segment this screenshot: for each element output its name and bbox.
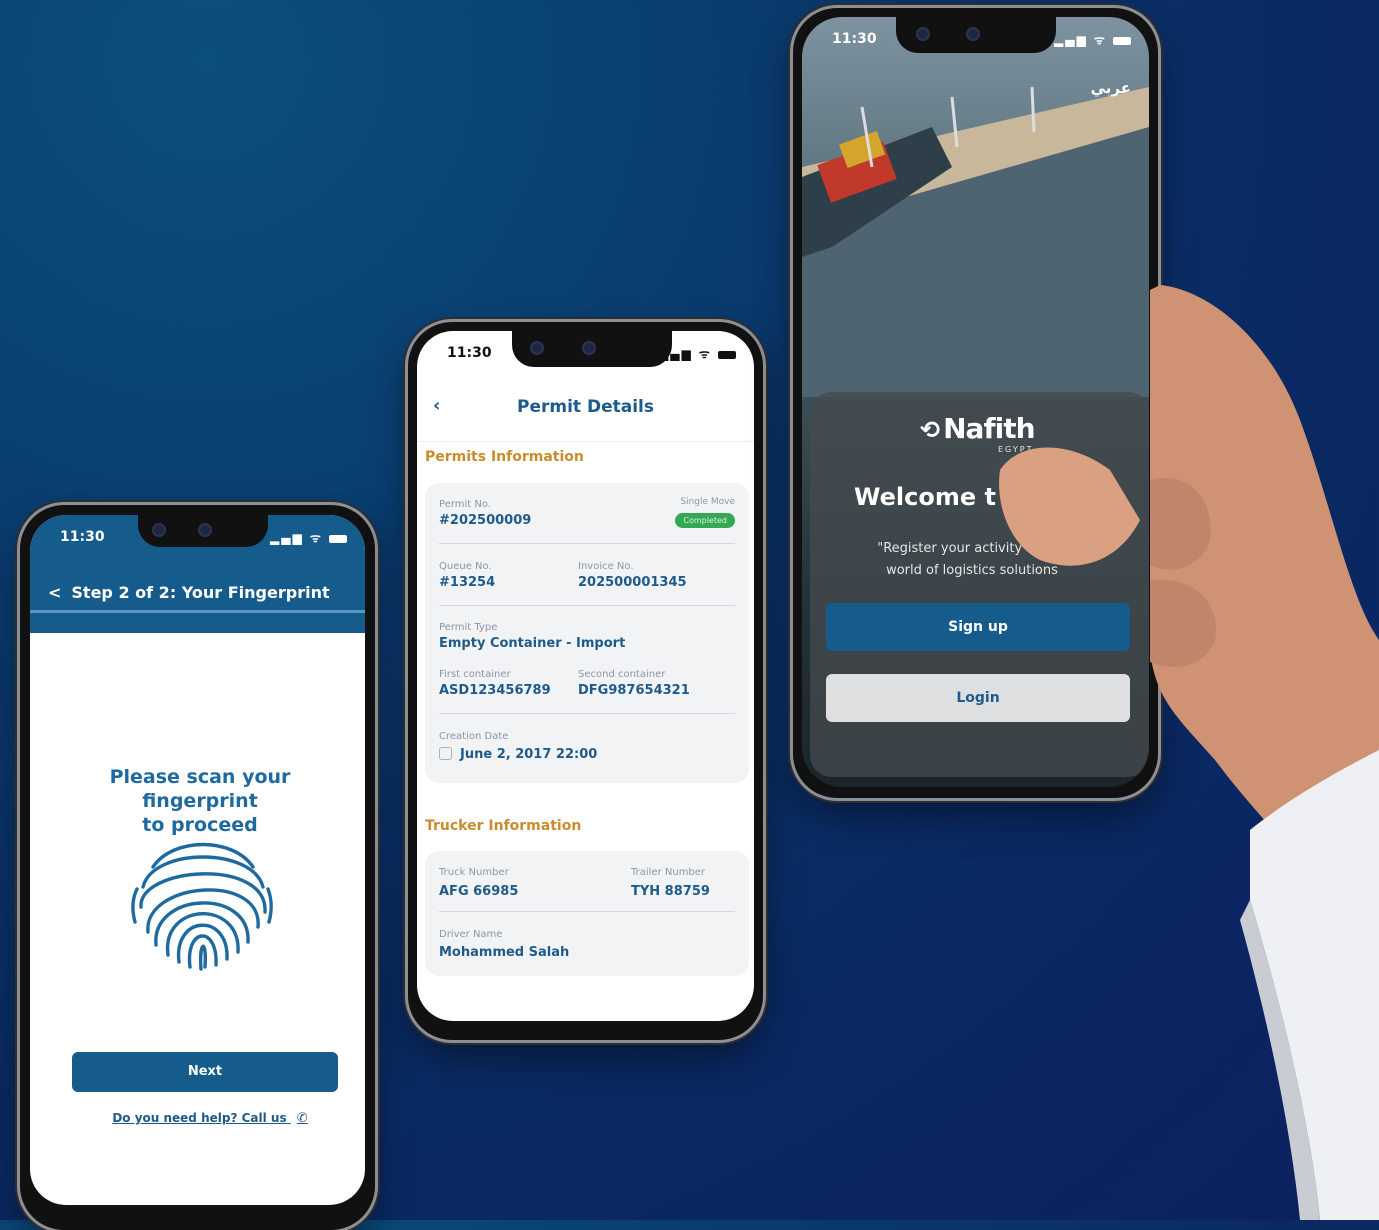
permit-no-label: Permit No. (439, 499, 491, 510)
divider (439, 911, 735, 912)
login-button[interactable]: Login (826, 674, 1130, 722)
back-chevron-icon[interactable]: < (48, 583, 61, 602)
first-container-label: First container (439, 669, 511, 680)
permit-phone: 11:30 ▂▄▆ ᯤ ‹ Permit Details Permits Inf… (408, 322, 763, 1040)
creation-date-label: Creation Date (439, 731, 509, 742)
status-time: 11:30 (832, 31, 877, 47)
trucker-info-card: Truck Number AFG 66985 Trailer Number TY… (425, 851, 749, 976)
welcome-phone: 11:30 ▂▄▆ ᯤ عربي ⟲ Nafith EGYPT Welcome t… (793, 8, 1158, 798)
trailer-number-value: TYH 88759 (631, 884, 710, 899)
invoice-no-value: 202500001345 (578, 575, 687, 590)
trucker-info-heading: Trucker Information (425, 818, 582, 834)
first-container-value: ASD123456789 (439, 683, 551, 698)
permit-info-card: Permit No. #202500009 Single Move Comple… (425, 483, 749, 783)
header-divider (30, 610, 365, 613)
invoice-no-label: Invoice No. (578, 561, 634, 572)
signal-wifi-battery-icon: ▂▄▆ ᯤ (1054, 31, 1131, 48)
calendar-icon (439, 747, 452, 760)
divider (439, 605, 735, 606)
nafith-logo-icon: ⟲ (920, 416, 940, 444)
queue-no-value: #13254 (439, 575, 496, 590)
phone-notch (512, 331, 672, 367)
tagline: "Register your activity and di world of … (827, 538, 1117, 582)
permit-screen: 11:30 ▂▄▆ ᯤ ‹ Permit Details Permits Inf… (417, 331, 754, 1021)
status-time: 11:30 (60, 529, 105, 545)
tagline-line1: "Register your activity and di (877, 541, 1067, 556)
help-link-text[interactable]: Do you need help? Call us (112, 1111, 286, 1125)
help-link[interactable]: Do you need help? Call us ✆ (100, 1111, 320, 1126)
signup-button[interactable]: Sign up (826, 603, 1130, 651)
truck-number-label: Truck Number (439, 867, 509, 878)
phone-notch (896, 17, 1056, 53)
second-container-value: DFG987654321 (578, 683, 690, 698)
permit-type-label: Permit Type (439, 622, 498, 633)
port-background-image (802, 86, 1149, 397)
fingerprint-screen: 11:30 ▂▄▆ ᯤ < Step 2 of 2: Your Fingerpri… (30, 515, 365, 1205)
queue-no-label: Queue No. (439, 561, 492, 572)
divider (439, 713, 735, 714)
move-type: Single Move (680, 497, 735, 507)
permit-no-value: #202500009 (439, 513, 532, 528)
next-button[interactable]: Next (72, 1052, 338, 1092)
tagline-line2: world of logistics solutions (886, 563, 1058, 578)
welcome-screen: 11:30 ▂▄▆ ᯤ عربي ⟲ Nafith EGYPT Welcome t… (802, 17, 1149, 787)
status-time: 11:30 (447, 345, 492, 361)
logo-subtitle: EGYPT (998, 445, 1034, 454)
language-toggle[interactable]: عربي (1091, 79, 1131, 97)
scan-prompt-line1: Please scan your fingerprint (109, 766, 291, 812)
trailer-number-label: Trailer Number (631, 867, 706, 878)
permit-type-value: Empty Container - Import (439, 636, 626, 651)
nafith-logo: ⟲ Nafith (920, 412, 1036, 445)
logo-text: Nafith (943, 412, 1035, 445)
fingerprint-phone: 11:30 ▂▄▆ ᯤ < Step 2 of 2: Your Fingerpri… (20, 505, 375, 1230)
phone-notch (138, 515, 268, 547)
page-title: Permit Details (517, 397, 654, 417)
page-title: < Step 2 of 2: Your Fingerprint (48, 583, 330, 602)
phone-call-icon[interactable]: ✆ (297, 1111, 308, 1126)
divider (439, 543, 735, 544)
fingerprint-icon[interactable] (123, 827, 283, 977)
second-container-label: Second container (578, 669, 666, 680)
driver-name-value: Mohammed Salah (439, 945, 570, 960)
header-divider (417, 441, 754, 442)
truck-number-value: AFG 66985 (439, 884, 519, 899)
driver-name-label: Driver Name (439, 929, 503, 940)
welcome-heading: Welcome t (854, 483, 996, 511)
creation-date-value: June 2, 2017 22:00 (460, 747, 598, 762)
page-title-text: Step 2 of 2: Your Fingerprint (71, 583, 330, 602)
permits-info-heading: Permits Information (425, 449, 584, 465)
status-badge: Completed (675, 513, 735, 528)
signal-wifi-battery-icon: ▂▄▆ ᯤ (270, 529, 347, 546)
